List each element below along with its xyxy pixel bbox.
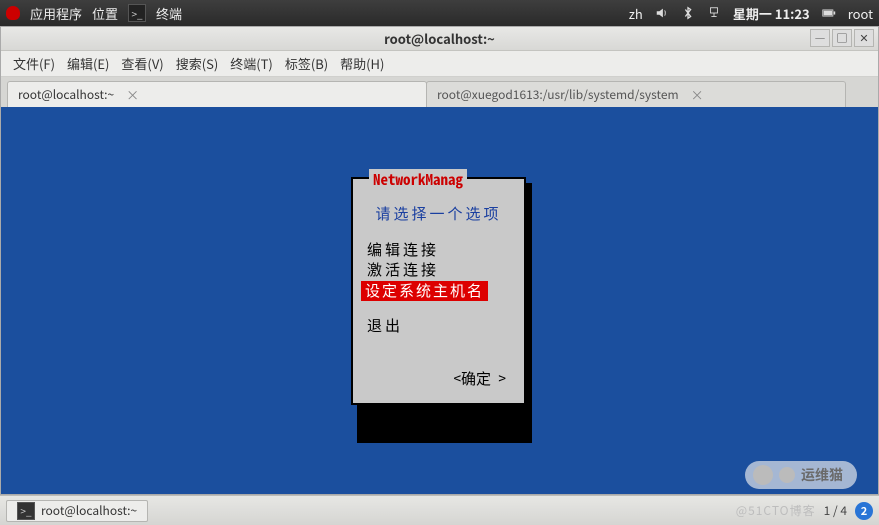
terminal-window: root@localhost:~ ― □ ✕ 文件(F) 编辑(E) 查看(V)…	[0, 26, 879, 495]
network-icon[interactable]	[707, 6, 721, 20]
dialog-prompt: 请选择一个选项	[353, 203, 524, 224]
gnome-top-panel: 应用程序 位置 >_ 终端 zh 星期一 11:23 root	[0, 0, 879, 26]
nmtui-dialog: NetworkManag 请选择一个选项 编辑连接 激活连接 设定系统主机名 退…	[351, 177, 526, 405]
menu-search[interactable]: 搜索(S)	[172, 52, 223, 75]
option-set-hostname[interactable]: 设定系统主机名	[361, 281, 488, 301]
tab-bar: root@localhost:~ × root@xuegod1613:/usr/…	[1, 77, 878, 107]
tab-inactive-title: root@xuegod1613:/usr/lib/systemd/system	[437, 86, 679, 103]
tab-close-icon[interactable]: ×	[126, 85, 139, 104]
menu-tabs[interactable]: 标签(B)	[281, 52, 332, 75]
menu-help[interactable]: 帮助(H)	[336, 52, 388, 75]
clock[interactable]: 星期一 11:23	[733, 4, 810, 23]
taskbar-entry[interactable]: >_ root@localhost:~	[6, 500, 148, 522]
menubar: 文件(F) 编辑(E) 查看(V) 搜索(S) 终端(T) 标签(B) 帮助(H…	[1, 51, 878, 77]
terminal-viewport[interactable]: NetworkManag 请选择一个选项 编辑连接 激活连接 设定系统主机名 退…	[1, 107, 878, 494]
watermark-faint: @51CTO博客	[736, 502, 816, 519]
maximize-button[interactable]: □	[832, 29, 852, 47]
dialog-title: NetworkManag	[369, 169, 467, 190]
bottom-taskbar: >_ root@localhost:~ @51CTO博客 1 / 4 2	[0, 495, 879, 525]
running-app-label[interactable]: 终端	[156, 4, 182, 23]
watermark-pill: 运维猫	[745, 461, 857, 489]
watermark-text: 运维猫	[801, 465, 843, 485]
workspace-pager[interactable]: 1 / 4	[824, 502, 847, 519]
minimize-button[interactable]: ―	[810, 29, 830, 47]
places-menu[interactable]: 位置	[92, 4, 118, 23]
menu-edit[interactable]: 编辑(E)	[63, 52, 113, 75]
menu-view[interactable]: 查看(V)	[117, 52, 167, 75]
tab-close-icon[interactable]: ×	[691, 85, 704, 104]
paw-icon	[779, 467, 795, 483]
option-activate-connection[interactable]: 激活连接	[353, 260, 524, 280]
terminal-icon: >_	[17, 502, 35, 520]
distro-icon	[6, 6, 20, 20]
option-quit[interactable]: 退出	[353, 315, 524, 336]
terminal-app-icon[interactable]: >_	[128, 4, 146, 22]
close-button[interactable]: ✕	[854, 29, 874, 47]
option-edit-connection[interactable]: 编辑连接	[353, 240, 524, 260]
paw-icon	[753, 465, 773, 485]
menu-terminal[interactable]: 终端(T)	[226, 52, 277, 75]
taskbar-entry-title: root@localhost:~	[41, 502, 137, 519]
window-titlebar[interactable]: root@localhost:~ ― □ ✕	[1, 27, 878, 51]
bluetooth-icon[interactable]	[681, 6, 695, 20]
tab-active[interactable]: root@localhost:~ ×	[7, 81, 427, 107]
battery-icon[interactable]	[822, 6, 836, 20]
notification-badge[interactable]: 2	[855, 502, 873, 520]
volume-icon[interactable]	[655, 6, 669, 20]
ok-button[interactable]: <确定 >	[353, 364, 524, 389]
menu-file[interactable]: 文件(F)	[9, 52, 59, 75]
ime-indicator[interactable]: zh	[629, 4, 643, 23]
user-menu[interactable]: root	[848, 4, 873, 23]
tab-active-title: root@localhost:~	[18, 86, 114, 103]
applications-menu[interactable]: 应用程序	[30, 4, 82, 23]
window-title: root@localhost:~	[384, 29, 495, 48]
tab-inactive[interactable]: root@xuegod1613:/usr/lib/systemd/system …	[426, 81, 846, 107]
